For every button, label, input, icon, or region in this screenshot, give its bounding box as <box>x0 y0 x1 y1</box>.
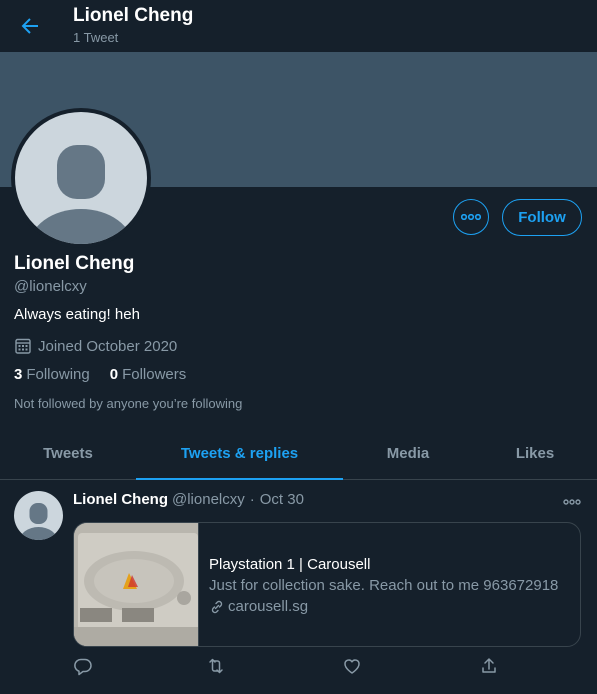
followers-link[interactable]: 0 Followers <box>110 366 187 383</box>
tweet-separator: · <box>249 491 255 508</box>
following-link[interactable]: 3 Following <box>14 366 90 383</box>
reply-icon[interactable] <box>73 656 93 681</box>
calendar-icon <box>15 338 31 354</box>
follow-counts: 3 Following 0 Followers <box>14 366 206 383</box>
retweet-icon[interactable] <box>206 656 226 681</box>
card-body: Playstation 1 | Carousell Just for colle… <box>199 523 558 646</box>
header-title: Lionel Cheng <box>73 5 194 26</box>
card-domain: carousell.sg <box>228 598 309 615</box>
tweet-author-name[interactable]: Lionel Cheng <box>73 491 168 508</box>
following-label: Following <box>26 366 90 383</box>
tab-tweets[interactable]: Tweets <box>0 428 136 479</box>
tweet-more-icon[interactable] <box>563 492 581 510</box>
link-icon <box>211 600 223 613</box>
default-avatar-icon <box>15 112 147 244</box>
profile-name: Lionel Cheng <box>14 253 135 274</box>
more-options-button[interactable] <box>453 199 489 235</box>
tab-media[interactable]: Media <box>343 428 473 479</box>
followers-label: Followers <box>122 366 187 383</box>
link-card[interactable]: Playstation 1 | Carousell Just for colle… <box>73 522 581 647</box>
card-link: carousell.sg <box>209 598 558 615</box>
share-icon[interactable] <box>479 656 499 681</box>
card-thumbnail <box>74 523 199 646</box>
profile-handle: @lionelcxy <box>14 278 87 295</box>
tweet-date[interactable]: Oct 30 <box>260 491 304 508</box>
default-avatar-icon <box>19 503 58 540</box>
profile-avatar[interactable] <box>11 108 151 248</box>
tweet-author-handle[interactable]: @lionelcxy <box>172 491 245 508</box>
more-dots-icon <box>461 214 481 220</box>
profile-bio: Always eating! heh <box>14 306 140 323</box>
card-title: Playstation 1 | Carousell <box>209 556 371 573</box>
tab-tweets-and-replies[interactable]: Tweets & replies <box>136 428 343 480</box>
header-tweet-count: 1 Tweet <box>73 30 119 45</box>
followers-count: 0 <box>109 366 119 383</box>
profile-joined: Joined October 2020 <box>14 337 177 355</box>
like-icon[interactable] <box>342 656 362 681</box>
top-bar: Lionel Cheng 1 Tweet <box>0 0 597 52</box>
tweet-avatar[interactable] <box>14 491 63 540</box>
tab-likes[interactable]: Likes <box>473 428 597 479</box>
tweet-actions <box>73 656 523 680</box>
follow-button[interactable]: Follow <box>502 199 582 236</box>
profile-tabs: Tweets Tweets & replies Media Likes <box>0 428 597 480</box>
card-description: Just for collection sake. Reach out to m… <box>209 577 559 594</box>
joined-date: Joined October 2020 <box>38 337 178 355</box>
arrow-left-icon[interactable] <box>18 14 42 38</box>
following-count: 3 <box>14 366 23 383</box>
tweet-header: Lionel Cheng @lionelcxy · Oct 30 <box>73 491 304 508</box>
not-followed-notice: Not followed by anyone you’re following <box>14 396 243 411</box>
